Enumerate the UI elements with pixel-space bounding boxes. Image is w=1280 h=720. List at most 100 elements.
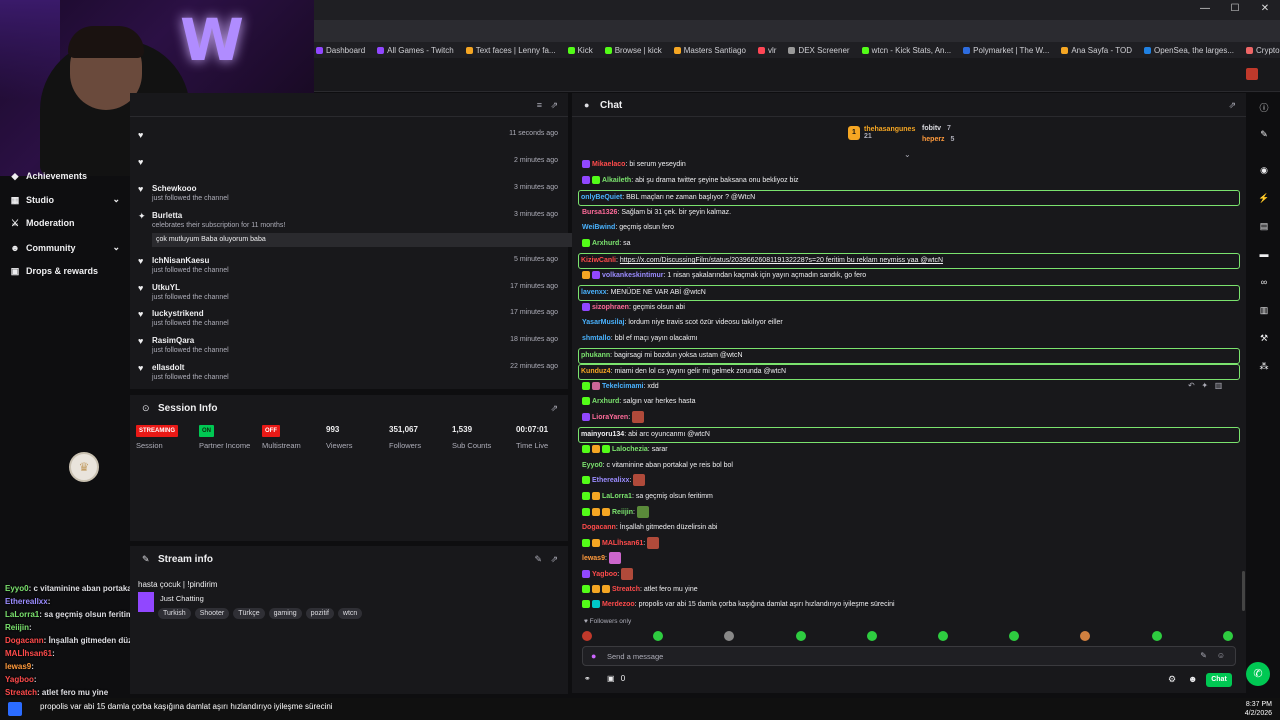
emote-quick-icon[interactable] bbox=[866, 631, 877, 641]
profile-avatar[interactable] bbox=[1246, 68, 1258, 80]
bookmark-item[interactable]: Text faces | Lenny fa... bbox=[465, 46, 556, 55]
stream-tag[interactable]: wtcn bbox=[337, 608, 363, 619]
stream-tag[interactable]: Türkçe bbox=[233, 608, 265, 619]
chat-message[interactable]: WeiBwind: geçmiş olsun fero bbox=[580, 221, 1238, 235]
chevron-down-icon[interactable]: ⌄ bbox=[112, 194, 120, 205]
address-bar[interactable] bbox=[314, 20, 1280, 42]
chat-message[interactable]: Arxhurd: salgın var herkes hasta bbox=[580, 395, 1238, 409]
system-clock[interactable]: 8:37 PM 4/2/2026 bbox=[1245, 700, 1272, 718]
start-button[interactable] bbox=[8, 702, 22, 716]
chat-username[interactable]: KiziwCanli bbox=[581, 257, 616, 264]
chat-username[interactable]: YasarMusilaj bbox=[582, 319, 624, 326]
edit-icon[interactable]: ✎ bbox=[534, 554, 542, 565]
chat-message[interactable]: Alkaileth: abi şu drama twitter şeyine b… bbox=[580, 174, 1238, 188]
activity-username[interactable]: ellasdolt bbox=[152, 363, 184, 372]
stream-tag[interactable]: pozitif bbox=[305, 608, 334, 619]
pin-icon[interactable]: ✦ bbox=[1201, 381, 1208, 390]
chat-message[interactable]: Mikaelaco: bi serum yeseydin bbox=[580, 158, 1238, 172]
chat-username[interactable]: lavenxx bbox=[581, 289, 607, 296]
chat-message[interactable]: Eyyo0: c vitaminine aban portakal ye rei… bbox=[580, 459, 1238, 473]
chat-username[interactable]: LaLorra1 bbox=[602, 493, 632, 500]
chat-message[interactable]: phukann: bagirsagi mi bozdun yoksa ustam… bbox=[578, 348, 1240, 364]
chat-message[interactable]: Streatch: atlet fero mu yine bbox=[580, 583, 1238, 597]
link-icon[interactable]: ∞ bbox=[1258, 277, 1270, 289]
camera-icon[interactable]: ◉ bbox=[1258, 165, 1270, 177]
chat-message[interactable]: Arxhurd: sa bbox=[580, 237, 1238, 251]
chat-input[interactable]: ● Send a message ✎ ☺ bbox=[582, 646, 1236, 666]
category-name[interactable]: Just Chatting bbox=[160, 594, 204, 603]
chat-message[interactable]: shmtallo: bbl ef maçı yayın olacakmı bbox=[580, 332, 1238, 346]
bookmark-item[interactable]: Polymarket | The W... bbox=[963, 46, 1049, 55]
chat-message[interactable]: Dogacann: İnşallah gitmeden düzelirsin a… bbox=[580, 521, 1238, 535]
chat-username[interactable]: Merdezoo bbox=[602, 601, 635, 608]
chat-username[interactable]: Alkaileth bbox=[602, 177, 631, 184]
help-chat-button[interactable]: ✆ bbox=[1246, 662, 1270, 686]
chat-icon[interactable]: ▬ bbox=[1258, 249, 1270, 261]
chat-message[interactable]: onlyBeQuiet: BBL maçları ne zaman başlıy… bbox=[578, 190, 1240, 206]
pencil-icon[interactable]: ✎ bbox=[1258, 129, 1270, 141]
chat-message[interactable]: Etherealixx: bbox=[580, 474, 1238, 488]
chat-username[interactable]: WeiBwind bbox=[582, 224, 615, 231]
chevron-down-icon[interactable]: ⌄ bbox=[112, 242, 120, 253]
chat-message[interactable]: LaLorra1: sa geçmiş olsun feritimm bbox=[580, 490, 1238, 504]
sidebar-item-achievements[interactable]: ◆ Achievements bbox=[10, 171, 120, 181]
stream-tag[interactable]: gaming bbox=[268, 608, 302, 619]
sidebar-item-drops[interactable]: ▣ Drops & rewards bbox=[10, 266, 120, 276]
bookmark-item[interactable]: DEX Screener bbox=[788, 46, 850, 55]
bolt-icon[interactable]: ⚡ bbox=[1258, 193, 1270, 205]
chat-message[interactable]: MALİhsan61: bbox=[580, 537, 1238, 551]
chat-message[interactable]: KiziwCanli: https://x.com/DiscussingFilm… bbox=[578, 253, 1240, 269]
popout-icon[interactable]: ⇗ bbox=[1228, 100, 1236, 111]
bookmark-item[interactable]: Dashboard bbox=[316, 46, 365, 55]
activity-username[interactable]: UtkuYL bbox=[152, 283, 180, 292]
sidebar-item-moderation[interactable]: ⚔ Moderation bbox=[10, 218, 120, 228]
pinned-user-3[interactable]: heperz 5 bbox=[922, 136, 954, 143]
popout-icon[interactable]: ⇗ bbox=[550, 554, 558, 565]
bookmark-item[interactable]: Browse | kick bbox=[604, 46, 662, 55]
pinned-user-1[interactable]: thehasangunes 21 bbox=[864, 126, 915, 140]
chat-message[interactable]: sizophraen: geçmis olsun abi bbox=[580, 301, 1238, 315]
emote-picker-icon[interactable]: ✎ bbox=[1200, 651, 1207, 660]
activity-username[interactable]: Schewkooo bbox=[152, 184, 196, 193]
chat-username[interactable]: MALİhsan61 bbox=[602, 540, 643, 547]
sidebar-item-community[interactable]: ☻ Community ⌄ bbox=[10, 242, 120, 253]
chat-username[interactable]: Arxhurd bbox=[592, 240, 619, 247]
emote-quick-icon[interactable] bbox=[1151, 631, 1162, 641]
chat-message[interactable]: mainyoru134: abi arc oyuncanmı @wtcN bbox=[578, 427, 1240, 443]
chat-username[interactable]: Eyyo0 bbox=[582, 462, 603, 469]
emote-quick-icon[interactable] bbox=[582, 631, 592, 641]
chat-username[interactable]: Bursa1326 bbox=[582, 209, 617, 216]
chat-message[interactable]: Yagboo: bbox=[580, 568, 1238, 582]
emote-quick-icon[interactable] bbox=[938, 631, 948, 641]
emote-quick-icon[interactable] bbox=[724, 631, 735, 641]
delete-icon[interactable]: ▥ bbox=[1215, 381, 1223, 390]
maximize-button[interactable]: ☐ bbox=[1220, 0, 1250, 20]
wrench-icon[interactable]: ⚒ bbox=[1258, 333, 1270, 345]
users-icon[interactable]: ☻ bbox=[1188, 674, 1197, 684]
chat-username[interactable]: Yagboo bbox=[592, 571, 617, 578]
chat-username[interactable]: phukann bbox=[581, 352, 610, 359]
bookmark-item[interactable]: OpenSea, the larges... bbox=[1143, 46, 1234, 55]
chat-message[interactable]: Lalochezia: sarar bbox=[580, 443, 1238, 457]
chat-send-button[interactable]: Chat bbox=[1206, 673, 1232, 687]
chat-message[interactable]: Reiijin: bbox=[580, 506, 1238, 520]
reply-icon[interactable]: ↶ bbox=[1188, 381, 1195, 390]
close-window-button[interactable]: ✕ bbox=[1250, 0, 1280, 20]
chat-message[interactable]: lewas9: bbox=[580, 552, 1238, 566]
chat-username[interactable]: LioraYaren bbox=[592, 414, 628, 421]
chat-username[interactable]: volkankeskintimur bbox=[602, 272, 663, 279]
chat-username[interactable]: Kunduz4 bbox=[581, 368, 611, 375]
activity-username[interactable]: RasimQara bbox=[152, 336, 194, 345]
chat-username[interactable]: Streatch bbox=[612, 586, 640, 593]
points-icon[interactable]: ▣ bbox=[607, 674, 615, 683]
emote-quick-icon[interactable] bbox=[1080, 631, 1091, 641]
chat-message[interactable]: Merdezoo: propolis var abi 15 damla çorb… bbox=[580, 598, 1238, 612]
chat-message[interactable]: YasarMusilaj: lordum niye travis scot öz… bbox=[580, 316, 1238, 330]
chat-username[interactable]: mainyoru134 bbox=[581, 431, 624, 438]
chat-username[interactable]: sizophraen bbox=[592, 304, 629, 311]
emote-quick-icon[interactable] bbox=[795, 631, 806, 641]
settings-gear-icon[interactable]: ⚙ bbox=[1168, 674, 1176, 685]
bookmark-item[interactable]: vlr bbox=[757, 46, 776, 55]
popout-icon[interactable]: ⇗ bbox=[550, 100, 558, 111]
activity-username[interactable]: Burletta bbox=[152, 211, 182, 220]
